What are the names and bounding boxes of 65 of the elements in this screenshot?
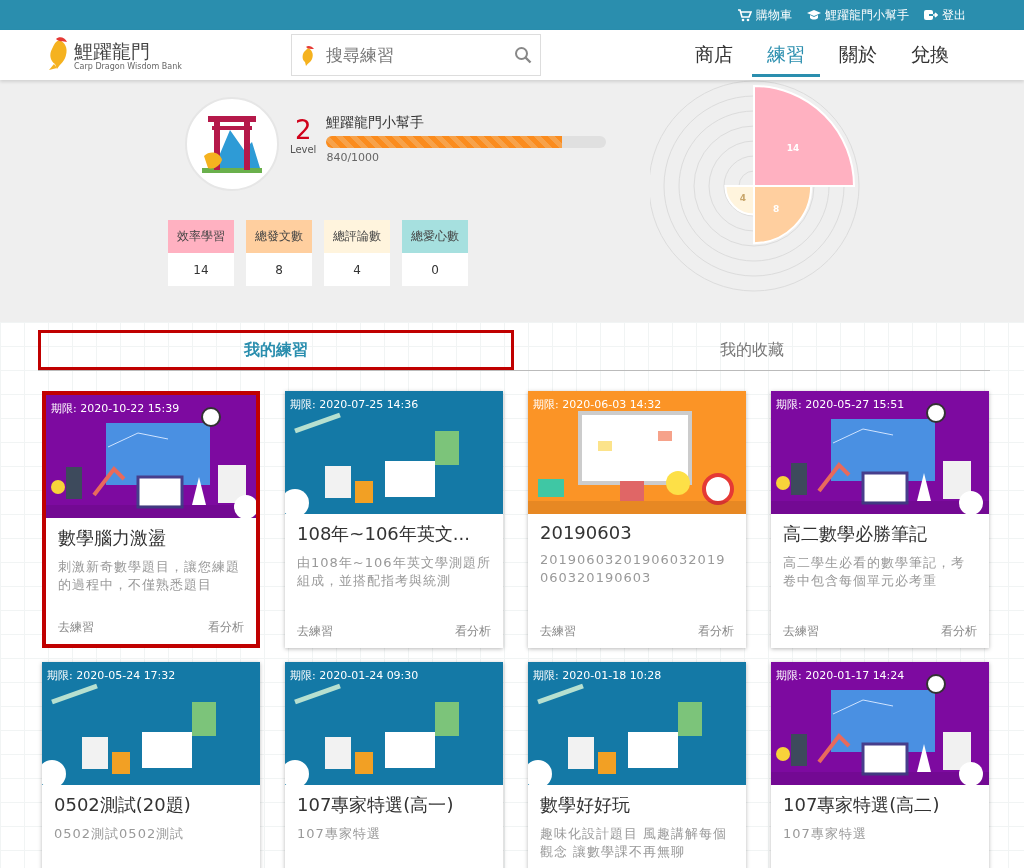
card-title: 數學好好玩	[540, 793, 631, 817]
graduation-cap-icon	[806, 8, 821, 22]
level-number: 2	[294, 116, 312, 144]
stat-value: 4	[352, 261, 362, 279]
card-link[interactable]: 看分析	[941, 623, 977, 640]
card-description: 107專家特選	[783, 825, 868, 843]
card-link[interactable]: 去練習	[783, 623, 819, 640]
stat-value: 8	[274, 261, 284, 279]
top-link[interactable]: 鯉躍龍門小幫手	[806, 6, 909, 24]
card-title: 高二數學必勝筆記	[783, 522, 928, 546]
search-icon	[514, 46, 532, 64]
card-description: 由108年~106年英文學測題所組成，並搭配指考與統測	[297, 554, 491, 590]
deadline-label: 期限: 2020-05-24 17:32	[47, 668, 176, 683]
card-description: 0502測試0502測試	[54, 825, 186, 843]
stat-label: 總發文數	[246, 220, 312, 253]
deadline-label: 期限: 2020-07-25 14:36	[290, 397, 419, 412]
card-description: 刺激新奇數學題目，讓您練題的過程中，不僅熟悉題目	[58, 558, 241, 594]
segment-value-label: 4	[739, 193, 746, 204]
card-title: 107專家特選(高二)	[783, 793, 941, 817]
card-title: 0502測試(20題)	[54, 793, 192, 817]
segment-value-label: 8	[773, 204, 780, 215]
user-name: 鯉躍龍門小幫手	[326, 114, 426, 132]
section-tab[interactable]: 我的練習	[38, 330, 514, 370]
deadline-label: 期限: 2020-05-27 15:51	[776, 397, 905, 412]
nav-tab[interactable]: 關於	[824, 33, 892, 77]
logout-icon	[923, 8, 938, 22]
card-description: 107專家特選	[297, 825, 382, 843]
top-link[interactable]: 登出	[923, 6, 966, 24]
card-link[interactable]: 去練習	[58, 619, 94, 636]
deadline-label: 期限: 2020-10-22 15:39	[51, 401, 180, 416]
card-title: 107專家特選(高一)	[297, 793, 455, 817]
logo-subtitle: Carp Dragon Wisdom Bank	[74, 61, 182, 71]
card-link[interactable]: 看分析	[698, 623, 734, 640]
card-title: 20190603	[540, 522, 633, 543]
stat-value: 0	[430, 261, 440, 279]
card-description: 趣味化設計題目 風趣講解每個觀念 讓數學課不再無聊	[540, 825, 729, 861]
deadline-label: 期限: 2020-01-18 10:28	[533, 668, 662, 683]
card-description: 高二學生必看的數學筆記，考卷中包含每個單元必考重	[783, 554, 966, 590]
card-link[interactable]: 看分析	[455, 623, 491, 640]
card-link[interactable]: 去練習	[297, 623, 333, 640]
segment-value-label: 14	[786, 143, 800, 154]
level-label: Level	[290, 144, 317, 155]
search-input[interactable]: 搜尋練習	[324, 44, 506, 66]
stat-label: 總愛心數	[402, 220, 468, 253]
stat-label: 效率學習	[168, 220, 234, 253]
deadline-label: 期限: 2020-01-17 14:24	[776, 668, 905, 683]
nav-tab[interactable]: 兌換	[896, 33, 964, 77]
deadline-label: 期限: 2020-01-24 09:30	[290, 668, 419, 683]
section-tab[interactable]: 我的收藏	[514, 330, 990, 370]
logo-name: 鯉躍龍門	[74, 39, 151, 62]
top-link[interactable]: 購物車	[737, 6, 792, 24]
deadline-label: 期限: 2020-06-03 14:32	[533, 397, 662, 412]
card-title: 數學腦力激盪	[58, 526, 167, 550]
nav-tab[interactable]: 練習	[752, 33, 820, 77]
progress-reading: 840/1000	[326, 151, 381, 164]
search-field[interactable]: 搜尋練習	[291, 34, 541, 76]
cart-icon	[737, 8, 752, 22]
carp-icon	[300, 44, 316, 66]
card-link[interactable]: 去練習	[540, 623, 576, 640]
card-title: 108年~106年英文...	[297, 522, 471, 546]
card-description: 20190603201906032019060320190603	[540, 551, 727, 587]
card-link[interactable]: 看分析	[208, 619, 244, 636]
stat-label: 總評論數	[324, 220, 390, 253]
nav-tab[interactable]: 商店	[680, 33, 748, 77]
stat-value: 14	[192, 261, 210, 279]
